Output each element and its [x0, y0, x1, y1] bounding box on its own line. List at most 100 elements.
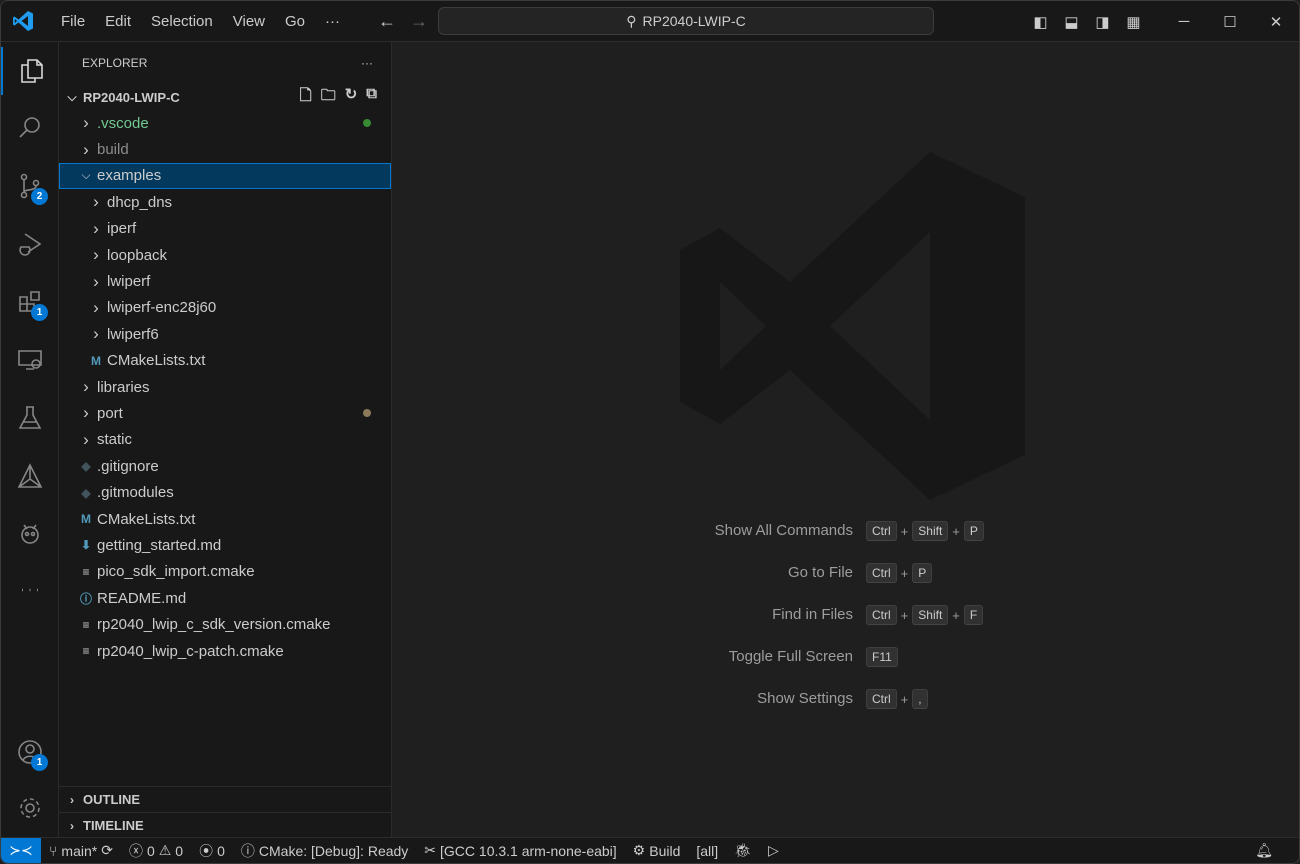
- platformio-alien-icon[interactable]: [1, 510, 59, 558]
- settings-gear-icon[interactable]: [1, 784, 59, 832]
- item-label: port: [97, 404, 123, 422]
- run-debug-icon[interactable]: [1, 220, 59, 268]
- cmake-status-item[interactable]: ⓘ CMake: [Debug]: Ready: [233, 841, 416, 861]
- menu-item-go[interactable]: Go: [275, 1, 315, 42]
- ports-item[interactable]: ⦿ 0: [191, 841, 233, 861]
- notifications-bell-icon[interactable]: 🔔︎: [1247, 842, 1281, 859]
- build-button[interactable]: ⚙ Build: [625, 842, 689, 859]
- status-dot: [363, 409, 371, 418]
- customize-layout-icon[interactable]: ▦: [1118, 13, 1149, 31]
- item-label: iperf: [107, 220, 137, 238]
- shortcut-row[interactable]: Toggle Full Screen F11: [392, 646, 1299, 668]
- menu-item-[interactable]: ···: [315, 1, 350, 42]
- file-type-icon: M: [81, 512, 91, 527]
- remote-indicator-icon[interactable]: ≻≺: [1, 837, 41, 863]
- new-file-icon[interactable]: 🗋: [300, 85, 312, 110]
- chevron-down-icon: ⌵: [67, 89, 77, 104]
- folder-item[interactable]: › static: [59, 427, 391, 453]
- menu-item-edit[interactable]: Edit: [95, 1, 141, 42]
- toggle-primary-sidebar-icon[interactable]: ◧: [1025, 13, 1056, 31]
- item-label: dhcp_dns: [107, 193, 173, 211]
- folder-item[interactable]: ⌵ examples: [59, 162, 391, 190]
- folder-item[interactable]: › lwiperf6: [59, 321, 391, 347]
- file-item[interactable]: ⬇ getting_started.md: [59, 532, 391, 558]
- toggle-panel-icon[interactable]: ⬓: [1056, 13, 1087, 31]
- menu-item-selection[interactable]: Selection: [141, 1, 223, 42]
- keybinding-key: Shift: [912, 605, 949, 625]
- file-item[interactable]: ◆ .gitignore: [59, 453, 391, 479]
- back-arrow-icon[interactable]: ←: [378, 11, 396, 32]
- command-center-search[interactable]: ⚲ RP2040-LWIP-C: [438, 7, 934, 35]
- folder-item[interactable]: › lwiperf: [59, 268, 391, 294]
- folder-item[interactable]: › dhcp_dns: [59, 189, 391, 215]
- item-label: CMakeLists.txt: [97, 510, 196, 528]
- plus-separator: +: [900, 607, 909, 623]
- problems-item[interactable]: ⓧ 0 ⚠ 0: [121, 841, 191, 861]
- shortcut-label: Go to File: [787, 564, 853, 581]
- minimize-button[interactable]: ─: [1161, 13, 1207, 30]
- menu-item-file[interactable]: File: [51, 1, 95, 42]
- new-folder-icon[interactable]: 🗀: [321, 85, 336, 110]
- run-play-icon[interactable]: ▷: [760, 842, 787, 859]
- file-item[interactable]: ⓘ README.md: [59, 585, 391, 611]
- plus-separator: +: [952, 523, 960, 539]
- file-type-icon: ◆: [81, 485, 91, 500]
- file-item[interactable]: ≡ pico_sdk_import.cmake: [59, 559, 391, 585]
- shortcut-row[interactable]: Show All Commands Ctrl + Shift + P: [392, 520, 1299, 542]
- search-icon[interactable]: [1, 104, 59, 152]
- debug-bug-icon[interactable]: 🐞︎: [726, 842, 760, 859]
- more-views-icon[interactable]: [1, 566, 59, 614]
- shortcut-row[interactable]: Find in Files Ctrl + Shift + F: [392, 604, 1299, 626]
- file-type-icon: ≡: [82, 564, 90, 579]
- folder-item[interactable]: › .vscode: [59, 110, 391, 136]
- file-item[interactable]: ≡ rp2040_lwip_c_sdk_version.cmake: [59, 611, 391, 637]
- gear-icon: ⚙: [632, 842, 646, 858]
- explorer-more-button[interactable]: ···: [361, 56, 373, 70]
- shortcut-label: Toggle Full Screen: [728, 648, 853, 665]
- toggle-secondary-sidebar-icon[interactable]: ◨: [1087, 13, 1118, 31]
- branch-item[interactable]: ⑂ main* ⟳: [41, 842, 121, 859]
- remote-explorer-icon[interactable]: [1, 336, 59, 384]
- menu-item-view[interactable]: View: [223, 1, 275, 42]
- collapse-all-icon[interactable]: ⧉: [366, 85, 377, 110]
- warning-icon: ⚠: [158, 842, 172, 858]
- folder-item[interactable]: › libraries: [59, 374, 391, 400]
- shortcut-row[interactable]: Show Settings Ctrl +,: [392, 688, 1299, 710]
- maximize-button[interactable]: ☐: [1207, 13, 1253, 31]
- folder-item[interactable]: › lwiperf-enc28j60: [59, 295, 391, 321]
- folder-item[interactable]: › build: [59, 136, 391, 162]
- shortcut-row[interactable]: Go to File Ctrl + P: [392, 562, 1299, 584]
- keybinding-key: Shift: [912, 521, 949, 541]
- chevron-right-icon: ›: [93, 218, 99, 238]
- explorer-icon[interactable]: [1, 47, 59, 95]
- source-control-icon[interactable]: 2: [1, 162, 59, 210]
- folder-item[interactable]: › port: [59, 400, 391, 426]
- file-item[interactable]: M CMakeLists.txt: [59, 506, 391, 532]
- chevron-right-icon: ›: [93, 245, 99, 265]
- cmake-kit-item[interactable]: ✂ [GCC 10.3.1 arm-none-eabi]: [416, 842, 624, 859]
- workspace-root[interactable]: ⌵ RP2040-LWIP-C 🗋 🗀 ↻ ⧉: [59, 84, 391, 110]
- refresh-icon[interactable]: ↻: [345, 85, 358, 110]
- vscode-logo-icon: [13, 11, 33, 31]
- extensions-badge: 1: [31, 304, 48, 321]
- chevron-right-icon: ›: [83, 377, 89, 397]
- file-item[interactable]: ≡ rp2040_lwip_c-patch.cmake: [59, 638, 391, 664]
- folder-item[interactable]: › loopback: [59, 242, 391, 268]
- accounts-icon[interactable]: 1: [1, 728, 59, 776]
- build-target-item[interactable]: [all]: [688, 843, 726, 859]
- forward-arrow-icon[interactable]: →: [410, 11, 428, 32]
- testing-icon[interactable]: [1, 394, 59, 442]
- keybinding-key: Ctrl: [866, 521, 897, 541]
- extensions-icon[interactable]: 1: [1, 278, 59, 326]
- file-item[interactable]: ◆ .gitmodules: [59, 479, 391, 505]
- file-item[interactable]: M CMakeLists.txt: [59, 348, 391, 374]
- outline-section[interactable]: › OUTLINE: [59, 786, 391, 812]
- timeline-section[interactable]: › TIMELINE: [59, 812, 391, 838]
- file-tree: › .vscode › build ⌵ examples › dhcp_dns › iperf › l…: [59, 110, 391, 664]
- item-label: rp2040_lwip_c-patch.cmake: [97, 642, 284, 660]
- close-button[interactable]: ✕: [1253, 13, 1299, 31]
- folder-item[interactable]: › iperf: [59, 216, 391, 242]
- cmake-icon[interactable]: [1, 452, 59, 500]
- keybinding-key: Ctrl: [866, 605, 897, 625]
- search-icon: ⚲: [626, 12, 637, 29]
